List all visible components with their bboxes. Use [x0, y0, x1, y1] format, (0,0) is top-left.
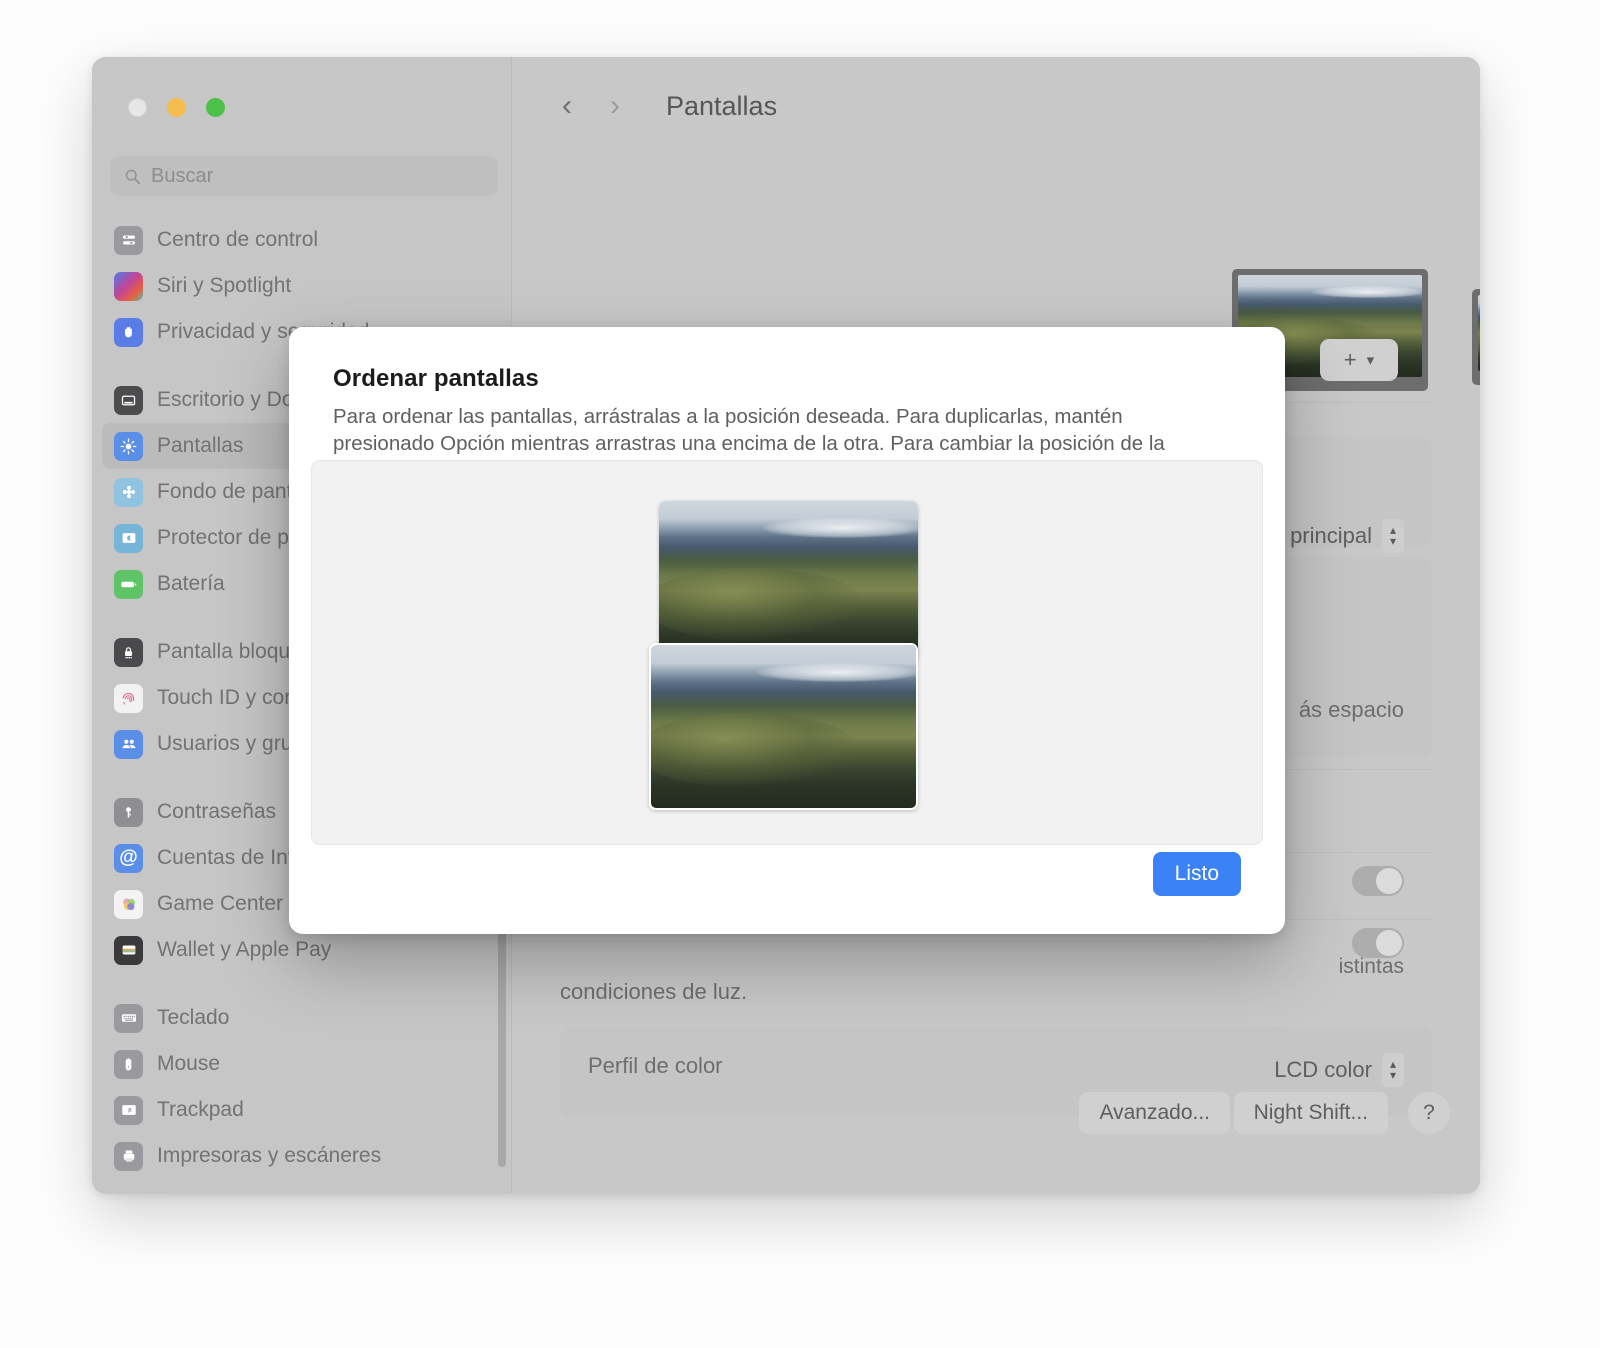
color-profile-popup[interactable]: LCD color ▴▾ [1274, 1053, 1404, 1087]
distinct-label: istintas [1339, 955, 1404, 979]
printers-scanners-icon [114, 1142, 143, 1171]
detail-toolbar: ‹ › Pantallas [512, 57, 1480, 155]
battery-icon [114, 570, 143, 599]
color-profile-label: Perfil de color [588, 1053, 723, 1079]
sidebar-item-label: Trackpad [157, 1098, 244, 1122]
lock-screen-icon [114, 638, 143, 667]
sidebar-item-label: Impresoras y escáneres [157, 1144, 381, 1168]
sidebar-item-mouse[interactable]: Mouse [102, 1041, 502, 1087]
help-button[interactable]: ? [1408, 1092, 1450, 1134]
siri-icon [114, 272, 143, 301]
dialog-title: Ordenar pantallas [333, 365, 1241, 393]
sidebar-item-centro-de-control[interactable]: Centro de control [102, 217, 502, 263]
keyboard-icon [114, 1004, 143, 1033]
sidebar-group-5: Teclado Mouse Trackpad [92, 995, 512, 1194]
sidebar-item-impresoras-y-escaneres[interactable]: Impresoras y escáneres [102, 1133, 502, 1179]
close-button[interactable] [128, 98, 147, 117]
arrange-displays-dialog: Ordenar pantallas Para ordenar las panta… [289, 327, 1285, 934]
window-controls [128, 98, 225, 117]
sidebar-item-label: Wallet y Apple Pay [157, 938, 331, 962]
display-thumbnail-2[interactable] [649, 643, 918, 810]
display-arrangement-canvas[interactable] [311, 460, 1263, 845]
sidebar-item-teclado[interactable]: Teclado [102, 995, 502, 1041]
users-groups-icon [114, 730, 143, 759]
touch-id-icon [114, 684, 143, 713]
chevron-down-icon: ▾ [1367, 351, 1375, 369]
wallpaper-icon [114, 478, 143, 507]
mouse-icon [114, 1050, 143, 1079]
light-conditions-label: condiciones de luz. [560, 979, 747, 1005]
internet-accounts-icon: @ [114, 844, 143, 873]
screensaver-icon [114, 524, 143, 553]
zoom-button[interactable] [206, 98, 225, 117]
sidebar-item-label: Game Center [157, 892, 283, 916]
advanced-button[interactable]: Avanzado... [1079, 1092, 1230, 1134]
search-input[interactable]: Buscar [110, 156, 498, 196]
minimize-button[interactable] [167, 98, 186, 117]
trackpad-icon [114, 1096, 143, 1125]
toggle-lower[interactable] [1352, 928, 1404, 958]
page-title: Pantallas [666, 91, 777, 122]
night-shift-button[interactable]: Night Shift... [1234, 1092, 1388, 1134]
toggle-upper[interactable] [1352, 866, 1404, 896]
sidebar-item-label: Contraseñas [157, 800, 276, 824]
passwords-key-icon [114, 798, 143, 827]
sidebar-item-label: Mouse [157, 1052, 220, 1076]
up-down-chevron-icon: ▴▾ [1382, 1053, 1404, 1087]
sidebar-item-label: Teclado [157, 1006, 229, 1030]
search-icon [124, 168, 141, 185]
chevron-left-icon[interactable]: ‹ [556, 89, 578, 123]
monitor-preview-secondary[interactable] [1472, 289, 1480, 385]
color-profile-value: LCD color [1274, 1057, 1372, 1083]
screen: Buscar Centro de control Siri y Spotligh… [0, 0, 1600, 1348]
use-as-popup[interactable]: la principal ▴▾ [1267, 519, 1404, 553]
sidebar-item-siri-y-spotlight[interactable]: Siri y Spotlight [102, 263, 502, 309]
add-display-button[interactable]: + ▾ [1320, 339, 1398, 381]
sidebar-item-label: Batería [157, 572, 225, 596]
up-down-chevron-icon: ▴▾ [1382, 519, 1404, 553]
sidebar-item-trackpad[interactable]: Trackpad [102, 1087, 502, 1133]
display-thumbnail-1[interactable] [659, 501, 918, 660]
sidebar-item-label: Siri y Spotlight [157, 274, 291, 298]
done-button[interactable]: Listo [1153, 852, 1241, 896]
sidebar-item-label: Pantallas [157, 434, 243, 458]
sidebar-item-label: Centro de control [157, 228, 318, 252]
desktop-dock-icon [114, 386, 143, 415]
plus-icon: + [1344, 347, 1357, 373]
chevron-right-icon[interactable]: › [604, 89, 626, 123]
privacy-hand-icon [114, 318, 143, 347]
more-space-label: ás espacio [1299, 697, 1404, 723]
displays-brightness-icon [114, 432, 143, 461]
wallet-icon [114, 936, 143, 965]
control-center-icon [114, 226, 143, 255]
search-placeholder: Buscar [151, 165, 213, 188]
game-center-icon [114, 890, 143, 919]
